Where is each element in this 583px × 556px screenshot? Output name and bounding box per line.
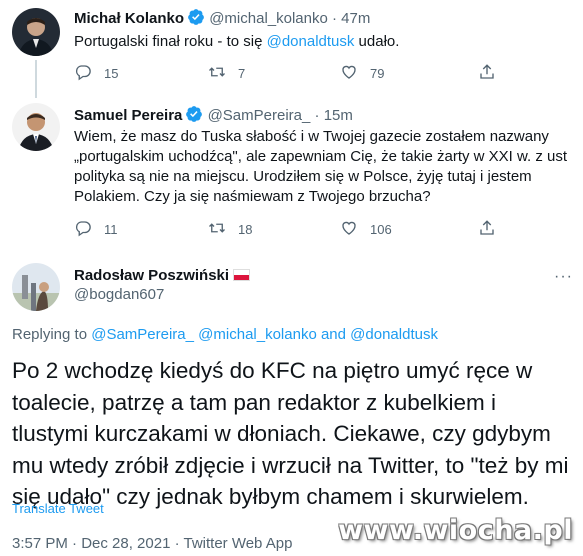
tweet-time[interactable]: 47m bbox=[341, 10, 370, 27]
tweet-2[interactable]: Samuel Pereira @SamPereira_ · 15m Wiem, … bbox=[0, 95, 583, 245]
main-tweet-text: Po 2 wchodzę kiedyś do KFC na piętro umy… bbox=[12, 358, 569, 509]
like-count: 106 bbox=[370, 222, 392, 237]
poland-flag-icon bbox=[233, 269, 251, 281]
like-icon bbox=[340, 219, 358, 240]
share-icon bbox=[478, 63, 496, 84]
replying-and: and bbox=[316, 326, 351, 343]
reply-count: 11 bbox=[104, 222, 118, 237]
verified-icon bbox=[185, 105, 203, 129]
like-button[interactable]: 106 bbox=[340, 219, 392, 240]
share-button[interactable] bbox=[478, 219, 496, 240]
avatar[interactable] bbox=[12, 8, 60, 56]
author-name[interactable]: Samuel Pereira bbox=[74, 107, 182, 124]
tweet-1[interactable]: Michał Kolanko @michal_kolanko · 47m Por… bbox=[0, 0, 583, 98]
tweet-text: Wiem, że masz do Tuska słabość i w Twoje… bbox=[74, 128, 568, 205]
tweet-text: Portugalski finał roku - to się @donaldt… bbox=[74, 32, 569, 52]
author-name-text[interactable]: Radosław Poszwiński bbox=[74, 267, 229, 284]
reply-icon bbox=[74, 63, 92, 84]
watermark: www.wiocha.pl bbox=[338, 515, 573, 546]
retweet-button[interactable]: 18 bbox=[208, 219, 252, 240]
tweet-header: Michał Kolanko @michal_kolanko · 47m bbox=[74, 8, 370, 32]
author-handle[interactable]: @michal_kolanko bbox=[209, 10, 328, 27]
retweet-count: 18 bbox=[238, 222, 253, 237]
tweet-text-part: udało. bbox=[354, 33, 400, 50]
replying-label: Replying to bbox=[12, 326, 92, 343]
share-button[interactable] bbox=[478, 63, 496, 84]
author-handle[interactable]: @SamPereira_ bbox=[208, 107, 311, 124]
avatar[interactable] bbox=[12, 263, 60, 311]
share-icon bbox=[478, 219, 496, 240]
mention-link[interactable]: @michal_kolanko bbox=[198, 326, 317, 343]
tweet-text-part: Portugalski finał roku - to się bbox=[74, 33, 267, 50]
mention-link[interactable]: @donaldtusk bbox=[350, 326, 438, 343]
verified-icon bbox=[187, 8, 205, 32]
reply-button[interactable]: 15 bbox=[74, 63, 118, 84]
like-icon bbox=[340, 63, 358, 84]
author-handle[interactable]: @bogdan607 bbox=[74, 286, 164, 303]
separator-dot: · bbox=[314, 107, 320, 124]
like-button[interactable]: 79 bbox=[340, 63, 384, 84]
retweet-button[interactable]: 7 bbox=[208, 63, 245, 84]
tweet-actions: 15 7 79 bbox=[74, 63, 504, 83]
tweet-timestamp[interactable]: 3:57 PM · Dec 28, 2021 · Twitter Web App bbox=[12, 535, 292, 552]
mention-link[interactable]: @donaldtusk bbox=[267, 33, 355, 50]
translate-tweet-link[interactable]: Translate Tweet bbox=[12, 501, 104, 516]
thread-line bbox=[35, 60, 37, 98]
mention-link[interactable]: @SamPereira_ bbox=[91, 326, 194, 343]
avatar[interactable] bbox=[12, 103, 60, 151]
reply-icon bbox=[74, 219, 92, 240]
separator-dot: · bbox=[332, 10, 337, 27]
more-options-icon[interactable]: ··· bbox=[554, 268, 573, 286]
retweet-icon bbox=[208, 219, 226, 240]
tweet-actions: 11 18 106 bbox=[74, 219, 504, 239]
retweet-count: 7 bbox=[238, 66, 246, 81]
like-count: 79 bbox=[370, 66, 385, 81]
tweet-header: Samuel Pereira @SamPereira_ · 15m bbox=[74, 105, 353, 129]
tweet-time[interactable]: 15m bbox=[324, 107, 353, 124]
author-name: Radosław Poszwiński bbox=[74, 266, 251, 286]
retweet-icon bbox=[208, 63, 226, 84]
reply-count: 15 bbox=[104, 66, 119, 81]
replying-to: Replying to @SamPereira_ @michal_kolanko… bbox=[12, 326, 438, 343]
author-name[interactable]: Michał Kolanko bbox=[74, 10, 184, 27]
reply-button[interactable]: 11 bbox=[74, 219, 118, 240]
